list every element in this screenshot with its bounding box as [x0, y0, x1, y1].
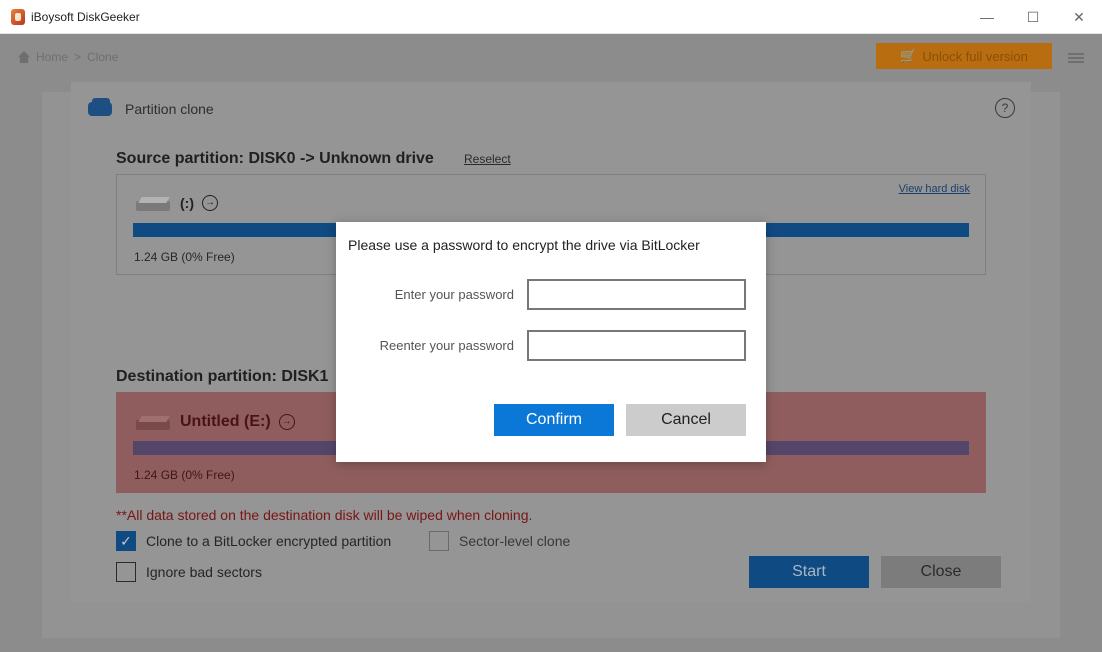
app-logo-icon — [11, 8, 25, 25]
drive-icon — [134, 195, 172, 211]
wipe-warning: **All data stored on the destination dis… — [116, 507, 533, 523]
cancel-button[interactable]: Cancel — [626, 404, 746, 436]
modal-title: Please use a password to encrypt the dri… — [348, 237, 700, 253]
password-input[interactable] — [527, 279, 746, 310]
confirm-button[interactable]: Confirm — [494, 404, 614, 436]
window-titlebar: iBoysoft DiskGeeker — ☐ ✕ — [0, 0, 1102, 34]
reselect-link[interactable]: Reselect — [464, 152, 511, 166]
destination-drive-row: Untitled (E:) → — [134, 413, 295, 431]
sector-level-label: Sector-level clone — [459, 533, 571, 549]
password-label: Enter your password — [394, 287, 514, 302]
ignore-bad-sectors-checkbox[interactable] — [116, 562, 136, 582]
source-drive-row: (:) → — [134, 195, 218, 211]
app-header: Home > Clone 🛒 Unlock full version — [0, 34, 1102, 80]
menu-icon[interactable] — [1068, 53, 1084, 63]
drive-icon — [134, 414, 172, 430]
minimize-button[interactable]: — — [964, 0, 1010, 34]
maximize-button[interactable]: ☐ — [1010, 0, 1056, 34]
ignore-bad-sectors-option[interactable]: Ignore bad sectors — [116, 562, 262, 582]
destination-heading: Destination partition: DISK1 — [116, 368, 329, 385]
arrow-right-circle-icon[interactable]: → — [202, 195, 218, 211]
bitlocker-option[interactable]: ✓ Clone to a BitLocker encrypted partiti… — [116, 531, 391, 551]
bitlocker-label: Clone to a BitLocker encrypted partition — [146, 533, 392, 549]
unlock-label: Unlock full version — [922, 48, 1028, 64]
unlock-full-version-button[interactable]: 🛒 Unlock full version — [876, 43, 1052, 69]
cart-icon: 🛒 — [900, 48, 917, 63]
dialog-title: Partition clone — [125, 101, 214, 117]
bitlocker-checkbox[interactable]: ✓ — [116, 531, 136, 551]
sector-level-checkbox[interactable] — [429, 531, 449, 551]
source-drive-name: (:) — [180, 195, 194, 211]
bitlocker-password-modal: Please use a password to encrypt the dri… — [336, 222, 766, 462]
breadcrumb-separator: > — [74, 50, 82, 64]
disk-clone-icon — [88, 98, 114, 118]
reenter-password-label: Reenter your password — [379, 338, 514, 353]
close-button[interactable]: Close — [881, 556, 1001, 588]
breadcrumb-home[interactable]: Home — [36, 50, 68, 64]
destination-drive-name: Untitled (E:) — [180, 413, 271, 430]
breadcrumb: Home > Clone — [18, 50, 118, 64]
help-icon[interactable]: ? — [995, 98, 1015, 118]
source-usage-text: 1.24 GB (0% Free) — [134, 250, 235, 264]
home-icon — [18, 51, 30, 63]
start-button[interactable]: Start — [749, 556, 869, 588]
destination-usage-text: 1.24 GB (0% Free) — [134, 468, 235, 482]
window-controls: — ☐ ✕ — [964, 0, 1102, 34]
view-hard-disk-link[interactable]: View hard disk — [899, 183, 970, 195]
window-title: iBoysoft DiskGeeker — [31, 9, 140, 24]
sector-level-option[interactable]: Sector-level clone — [429, 531, 570, 551]
arrow-right-circle-icon[interactable]: → — [278, 414, 295, 430]
breadcrumb-clone: Clone — [87, 50, 119, 64]
source-heading: Source partition: DISK0 -> Unknown drive — [116, 150, 434, 167]
ignore-bad-sectors-label: Ignore bad sectors — [146, 564, 262, 580]
reenter-password-input[interactable] — [527, 330, 746, 361]
close-window-button[interactable]: ✕ — [1056, 0, 1102, 34]
